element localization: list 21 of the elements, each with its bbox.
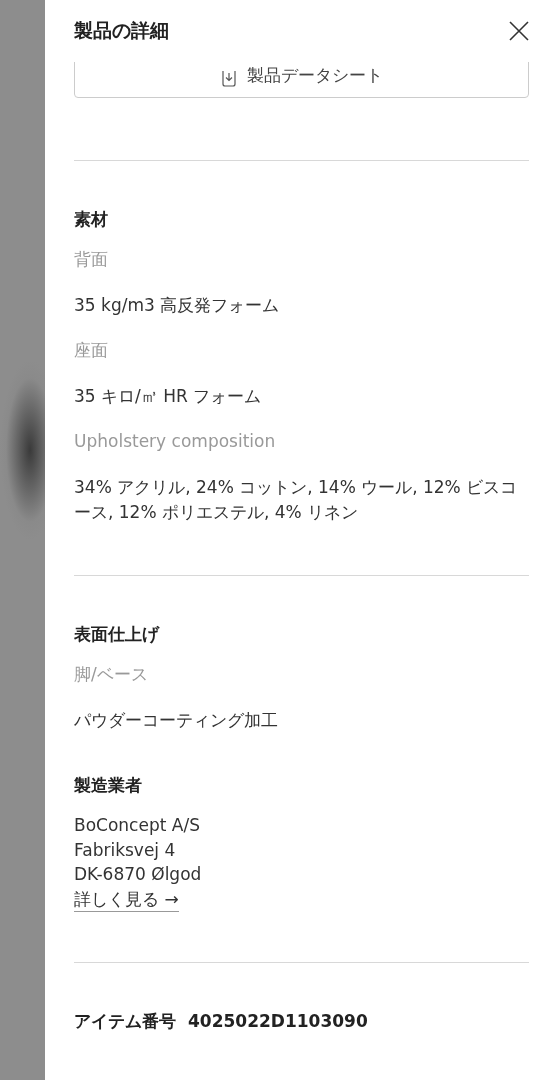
- address-line: Fabriksvej 4: [74, 838, 177, 862]
- section-heading: 製造業者: [74, 774, 143, 797]
- section-heading: 表面仕上げ: [74, 623, 161, 646]
- close-icon[interactable]: [508, 20, 530, 42]
- spec-label: Upholstery composition: [74, 430, 277, 453]
- datasheet-button[interactable]: 製品データシート: [74, 62, 529, 98]
- spec-value: 35 キロ/㎥ HR フォーム: [74, 385, 263, 408]
- spec-value: パウダーコーティング加工: [74, 709, 279, 732]
- section-heading: 素材: [74, 208, 109, 231]
- address-line: BoConcept A/S: [74, 814, 201, 837]
- panel-title: 製品の詳細: [74, 18, 169, 43]
- spec-value: 35 kg/m3 高反発フォーム: [74, 294, 281, 317]
- address-line: DK-6870 Ølgod: [74, 863, 203, 886]
- spec-value: 34% アクリル, 24% コットン, 14% ウール, 12% ビスコース, 12% ポリエステル, 4% リネン: [74, 476, 519, 524]
- spec-label: 背面: [74, 248, 109, 271]
- learn-more-link[interactable]: 詳しく見る →: [74, 886, 179, 912]
- item-number: 4025022D1103090: [188, 1009, 368, 1033]
- item-number-label: アイテム番号: [74, 1009, 176, 1033]
- spec-label: 座面: [74, 339, 109, 362]
- download-icon: [220, 69, 237, 87]
- spec-label: 脚/ベース: [74, 663, 149, 686]
